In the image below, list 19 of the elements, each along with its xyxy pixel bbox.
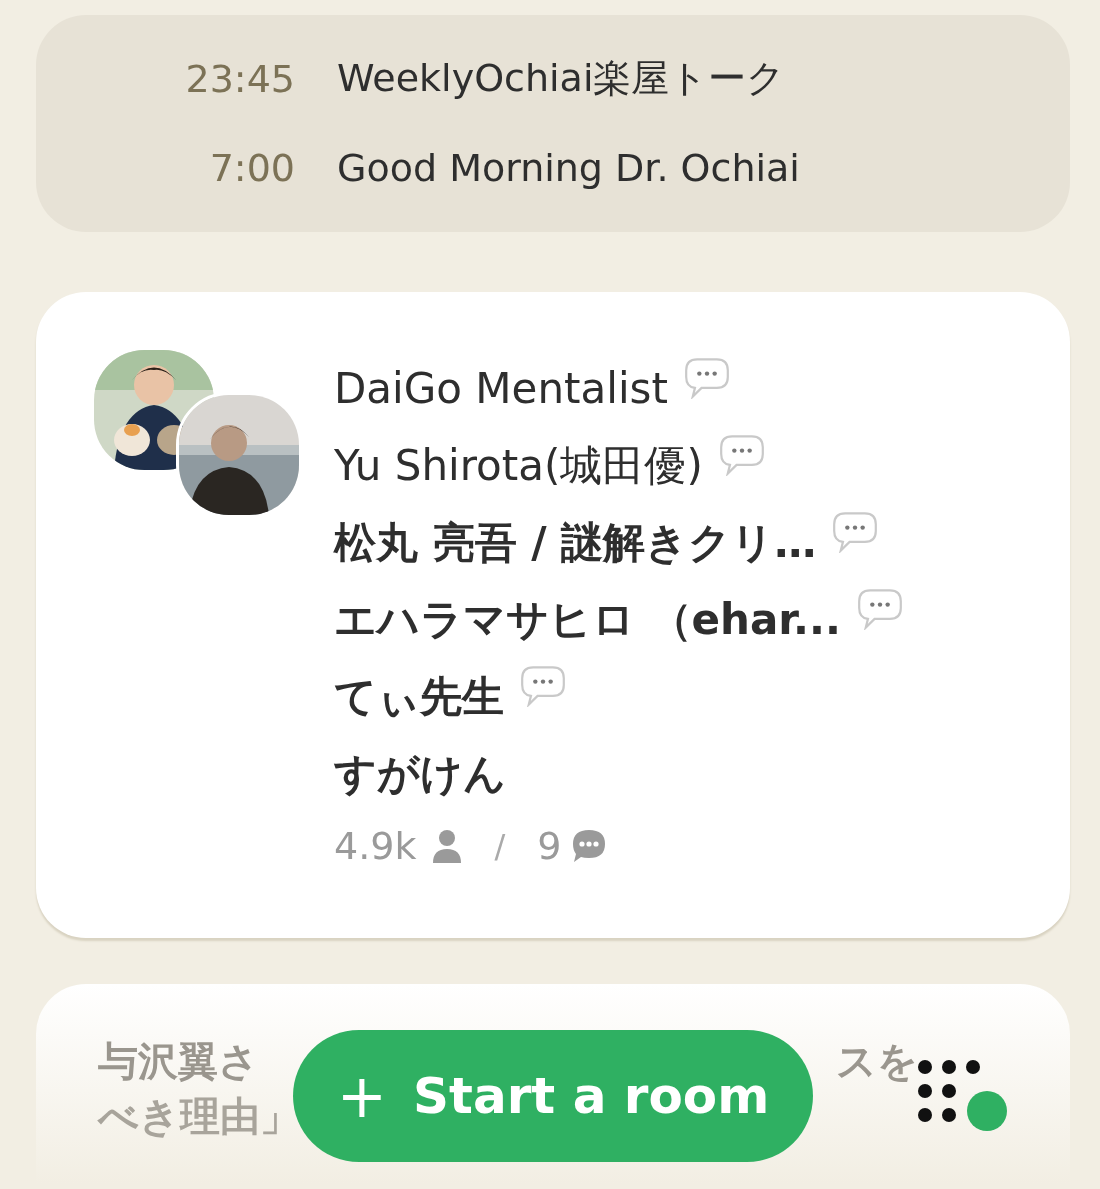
- event-title[interactable]: WeeklyOchiai楽屋トーク: [337, 53, 786, 104]
- person-icon: [432, 829, 463, 863]
- listener-count: 4.9k: [334, 824, 417, 868]
- grid-dots-icon[interactable]: [917, 1059, 1009, 1133]
- event-time: 7:00: [208, 146, 295, 190]
- event-title[interactable]: Good Morning Dr. Ochiai: [337, 146, 800, 190]
- speaker-name: DaiGo Mentalist: [334, 364, 668, 413]
- speaker-name: 松丸 亮吾 / 謎解きクリ…: [334, 516, 817, 569]
- room-title: 与沢翼さ: [98, 1037, 259, 1086]
- speaker-count: 9: [537, 824, 562, 868]
- room-title: スを: [836, 1037, 918, 1086]
- speaker-name: Yu Shirota(城田優): [334, 439, 703, 492]
- speaker-name: すがけん: [334, 747, 506, 800]
- chat-icon: [571, 828, 608, 864]
- event-time: 23:45: [184, 56, 295, 101]
- room-card[interactable]: DaiGo Mentalist Yu Shirota(城田優) 松丸 亮吾 / 謎解きクリ… エハラマサヒロ （ehar... てぃ先生 すがけん 4.9k / 9: [36, 292, 1070, 938]
- separator: /: [494, 827, 506, 865]
- speaker-name: エハラマサヒロ （ehar...: [334, 593, 841, 646]
- speaker-name: てぃ先生: [334, 670, 504, 723]
